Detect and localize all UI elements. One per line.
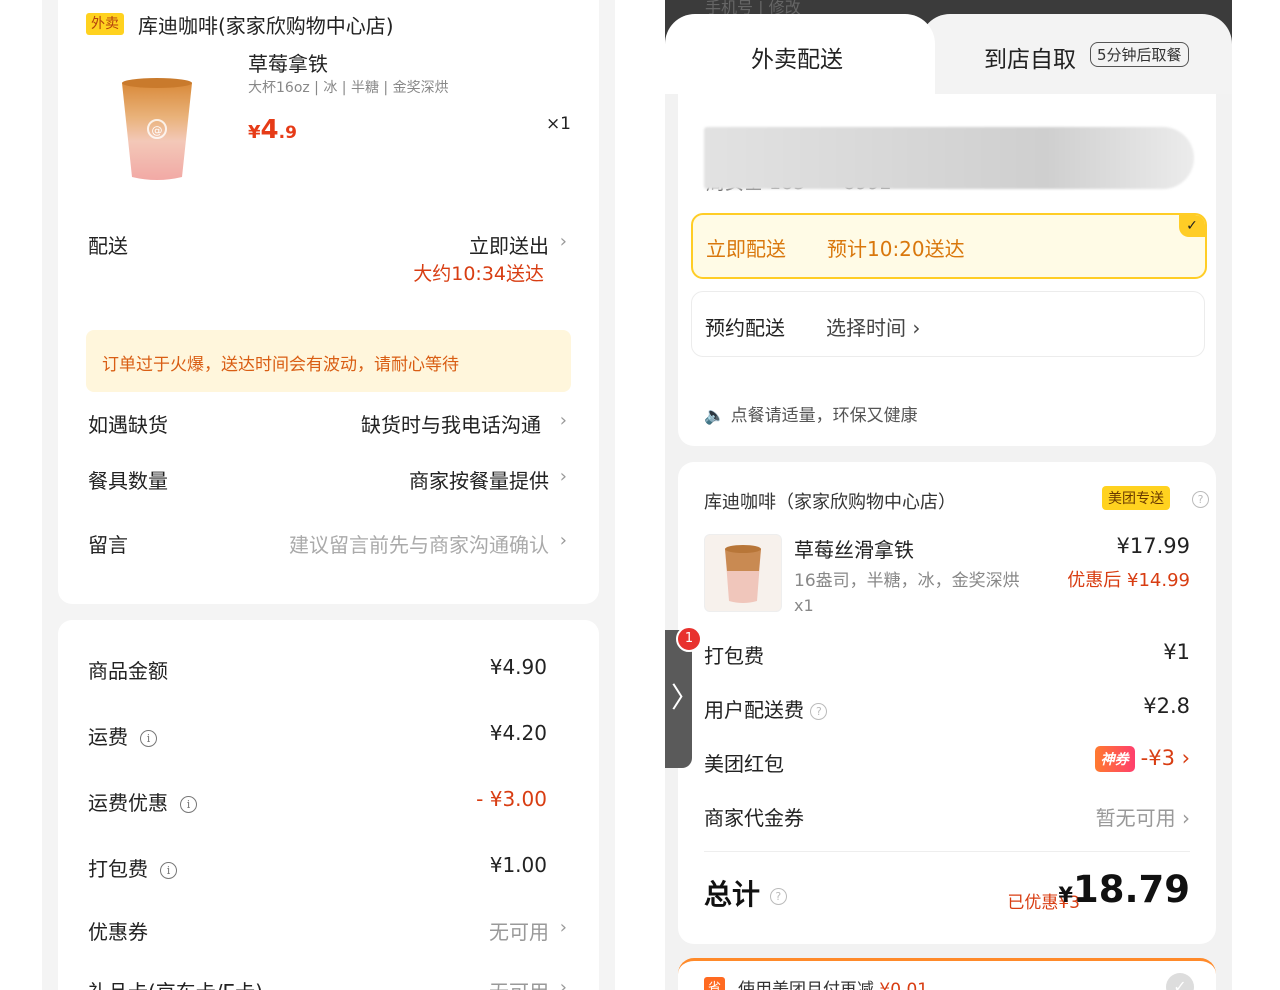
deliver-now-label: 立即配送 bbox=[706, 237, 786, 261]
monthly-pay-promo[interactable]: 省 使用美团月付再减 ¥0.01 ✓ bbox=[678, 958, 1216, 990]
goods-amount-value: ¥4.90 bbox=[489, 655, 547, 679]
shop-name[interactable]: 库迪咖啡（家家欣购物中心店） bbox=[704, 488, 956, 514]
tab-pickup-label: 到店自取 bbox=[984, 47, 1076, 73]
packing-fee-label: 打包费 bbox=[704, 644, 764, 668]
shipping-discount-value: - ¥3.00 bbox=[476, 787, 547, 811]
chevron-right-icon[interactable]: › bbox=[560, 410, 567, 431]
strawberry-latte-image: @ bbox=[122, 78, 192, 180]
red-packet-value[interactable]: 神券 -¥3 › bbox=[1094, 746, 1190, 772]
chevron-right-icon[interactable]: › bbox=[560, 466, 567, 487]
goods-amount-label: 商品金额 bbox=[88, 659, 168, 683]
coupon-label: 优惠券 bbox=[88, 920, 148, 944]
cutlery-label: 餐具数量 bbox=[88, 469, 168, 493]
chevron-right-icon[interactable]: › bbox=[560, 917, 567, 938]
deliver-now-eta: 预计10:20送达 bbox=[827, 237, 965, 261]
product-price: ¥17.99 bbox=[1116, 534, 1190, 558]
out-of-stock-value[interactable]: 缺货时与我电话沟通 bbox=[361, 409, 541, 438]
total-price: ¥18.79 bbox=[1058, 868, 1190, 911]
tab-delivery[interactable]: 外卖配送 bbox=[665, 14, 935, 94]
product-quantity: x1 bbox=[794, 596, 814, 615]
delivery-mode-tabs: 到店自取 5分钟后取餐 外卖配送 bbox=[665, 14, 1232, 94]
shop-name[interactable]: 库迪咖啡(家家欣购物中心店) bbox=[138, 10, 394, 39]
product-name: 草莓拿铁 bbox=[248, 52, 328, 76]
help-icon[interactable]: ? bbox=[1192, 491, 1209, 508]
chevron-right-icon[interactable]: › bbox=[560, 530, 567, 551]
tab-pickup[interactable]: 到店自取 5分钟后取餐 bbox=[920, 14, 1232, 94]
merchant-voucher-value[interactable]: 暂无可用 › bbox=[1096, 802, 1190, 831]
shipping-label: 运费 i bbox=[88, 721, 157, 750]
product-price: ¥4.9 bbox=[248, 115, 297, 145]
busy-notice: 订单过于火爆，送达时间会有波动，请耐心等待 bbox=[86, 330, 571, 392]
total-label: 总计 ? bbox=[704, 873, 787, 913]
cutlery-value[interactable]: 商家按餐量提供 bbox=[409, 465, 549, 494]
checkbox-icon[interactable]: ✓ bbox=[1166, 973, 1194, 990]
option-schedule-delivery[interactable]: 预约配送 选择时间 › bbox=[691, 291, 1205, 357]
message-label: 留言 bbox=[88, 533, 128, 557]
takeout-badge: 外卖 bbox=[86, 13, 124, 35]
eco-note: 🔈 点餐请适量，环保又健康 bbox=[704, 406, 918, 426]
delivery-value[interactable]: 立即送出 bbox=[469, 230, 549, 259]
product-discounted-price: 优惠后 ¥14.99 bbox=[1067, 570, 1190, 591]
meituan-delivery-badge: 美团专送 bbox=[1102, 486, 1170, 510]
product-quantity: ×1 bbox=[545, 114, 571, 134]
chevron-right-icon[interactable]: › bbox=[560, 231, 567, 252]
packing-fee-value: ¥1 bbox=[1163, 640, 1190, 664]
red-packet-label: 美团红包 bbox=[704, 752, 784, 776]
product-thumbnail bbox=[704, 534, 782, 612]
gift-card-label: 礼品卡(京东卡/E卡) bbox=[88, 976, 263, 990]
fee-summary-card: 商品金额 ¥4.90 运费 i ¥4.20 运费优惠 i - ¥3.00 打包费 i … bbox=[58, 620, 599, 990]
product-spec: 大杯16oz | 冰 | 半糖 | 金奖深烘 bbox=[248, 80, 449, 96]
checkmark-icon: ✓ bbox=[1179, 215, 1205, 237]
notification-badge: 1 bbox=[676, 626, 702, 652]
delivery-eta: 大约10:34送达 bbox=[413, 263, 544, 285]
info-icon[interactable]: i bbox=[160, 862, 177, 879]
monthly-pay-text: 使用美团月付再减 ¥0.01 bbox=[738, 980, 929, 990]
info-icon[interactable]: i bbox=[140, 730, 157, 747]
schedule-select-time[interactable]: 选择时间 › bbox=[826, 312, 920, 341]
product-spec: 16盎司，半糖，冰，金奖深烘 bbox=[794, 571, 1020, 591]
merchant-voucher-label: 商家代金券 bbox=[704, 806, 804, 830]
svg-text:@: @ bbox=[152, 124, 163, 137]
out-of-stock-label: 如遇缺货 bbox=[88, 413, 168, 437]
address-blur-mask[interactable] bbox=[704, 127, 1194, 189]
gift-card-value[interactable]: 无可用 bbox=[489, 976, 549, 990]
left-order-screen: 外卖 库迪咖啡(家家欣购物中心店) @ 草莓拿铁 大杯16oz | 冰 | 半糖… bbox=[42, 0, 615, 990]
super-coupon-tag: 神券 bbox=[1094, 746, 1135, 772]
save-tag: 省 bbox=[704, 977, 726, 990]
packing-fee-value: ¥1.00 bbox=[489, 853, 547, 877]
help-icon[interactable]: ? bbox=[810, 703, 828, 720]
shipping-discount-label: 运费优惠 i bbox=[88, 787, 197, 816]
help-icon[interactable]: ? bbox=[769, 887, 787, 905]
right-order-screen: 手机号 | 修改 到店自取 5分钟后取餐 外卖配送 周女士 183****899… bbox=[665, 0, 1232, 990]
packing-fee-label: 打包费 i bbox=[88, 853, 177, 882]
message-input[interactable]: 建议留言前先与商家沟通确认 bbox=[289, 529, 549, 558]
order-summary-card: 库迪咖啡（家家欣购物中心店） 美团专送 ? 草莓丝滑拿铁 ¥17.99 16盎司… bbox=[678, 462, 1216, 944]
chevron-right-icon: 〉 bbox=[671, 681, 700, 714]
tab-delivery-label: 外卖配送 bbox=[751, 47, 843, 73]
delivery-fee-label: 用户配送费 ? bbox=[704, 694, 828, 723]
delivery-label: 配送 bbox=[88, 234, 128, 258]
address-card: 周女士 183****8992 立即配送 预计10:20送达 ✓ 预约配送 选择… bbox=[678, 94, 1216, 446]
option-deliver-now[interactable]: 立即配送 预计10:20送达 ✓ bbox=[691, 213, 1207, 279]
busy-notice-text: 订单过于火爆，送达时间会有波动，请耐心等待 bbox=[102, 355, 459, 375]
pickup-time-badge: 5分钟后取餐 bbox=[1090, 42, 1189, 67]
schedule-label: 预约配送 bbox=[705, 316, 785, 340]
coupon-value[interactable]: 无可用 bbox=[489, 916, 549, 945]
delivery-fee-value: ¥2.8 bbox=[1143, 694, 1190, 718]
shipping-value: ¥4.20 bbox=[489, 721, 547, 745]
chevron-right-icon[interactable]: › bbox=[560, 977, 567, 990]
product-name: 草莓丝滑拿铁 bbox=[794, 538, 914, 562]
divider bbox=[704, 851, 1190, 852]
info-icon[interactable]: i bbox=[180, 796, 197, 813]
order-details-card: 外卖 库迪咖啡(家家欣购物中心店) @ 草莓拿铁 大杯16oz | 冰 | 半糖… bbox=[58, 0, 599, 604]
